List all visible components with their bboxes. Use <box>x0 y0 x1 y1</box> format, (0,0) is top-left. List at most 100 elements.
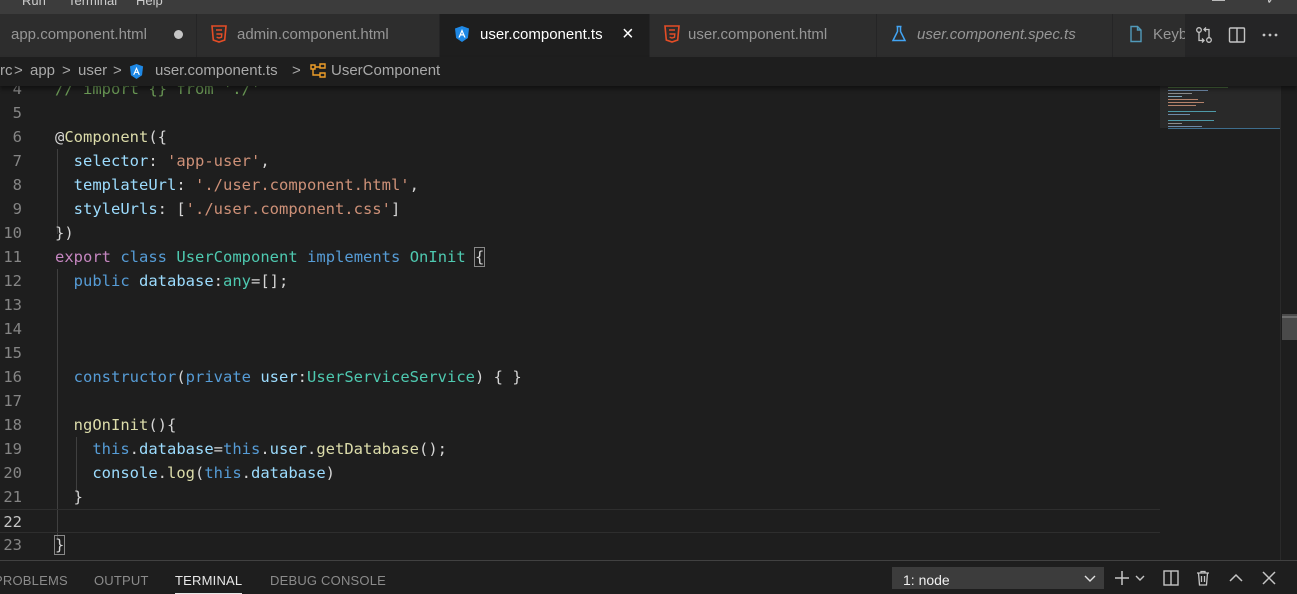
minimap-line <box>1168 90 1208 91</box>
new-terminal-icon[interactable] <box>1114 570 1130 586</box>
code-line[interactable]: 22 <box>0 509 1160 533</box>
code-line[interactable]: 11 export class UserComponent implements … <box>0 245 1160 269</box>
minimap[interactable] <box>1160 86 1280 560</box>
html5-icon <box>664 25 680 43</box>
dropdown-icon[interactable] <box>1134 570 1146 586</box>
line-number: 8 <box>12 176 22 194</box>
unsaved-dot-icon[interactable] <box>174 30 183 39</box>
close-panel-icon[interactable] <box>1261 570 1277 586</box>
code-token: . <box>260 440 270 458</box>
tab-label: admin.component.html <box>237 26 389 43</box>
line-number: 7 <box>12 152 22 170</box>
code-token: this <box>204 464 242 482</box>
code-line[interactable]: 6 @Component({ <box>0 125 1160 149</box>
vertical-scrollbar[interactable] <box>1280 86 1297 560</box>
code-token: UserComponent <box>176 248 298 266</box>
more-actions-icon[interactable] <box>1261 26 1279 44</box>
minimap-line <box>1168 111 1216 112</box>
tab-admin-component-html[interactable]: admin.component.html <box>197 14 440 57</box>
minimap-line <box>1168 93 1192 94</box>
code-token: implements <box>307 248 401 266</box>
breadcrumb-file[interactable]: user.component.ts <box>155 62 278 79</box>
tab-label: user.component.html <box>688 26 828 43</box>
tab-user-component-spec-ts[interactable]: user.component.spec.ts <box>877 14 1113 57</box>
code-line[interactable]: 8 templateUrl: './user.component.html', <box>0 173 1160 197</box>
line-number: 6 <box>12 128 22 146</box>
code-line[interactable]: 7 selector: 'app-user', <box>0 149 1160 173</box>
code-line[interactable]: 13 <box>0 293 1160 317</box>
code-line[interactable]: 18 ngOnInit(){ <box>0 413 1160 437</box>
minimize-icon[interactable]: — <box>1212 0 1225 7</box>
breadcrumb-symbol[interactable]: UserComponent <box>331 62 440 79</box>
kill-terminal-icon[interactable] <box>1195 570 1211 586</box>
code-line[interactable]: 9 styleUrls: ['./user.component.css'] <box>0 197 1160 221</box>
code-token: styleUrls <box>73 200 158 218</box>
tab-keybindings[interactable]: Keyb <box>1113 14 1193 57</box>
menu-run[interactable]: Run <box>22 0 46 8</box>
breadcrumb-app[interactable]: app <box>30 62 55 79</box>
code-token: user <box>260 368 298 386</box>
code-line[interactable]: 10}) <box>0 221 1160 245</box>
code-line[interactable]: 17 <box>0 389 1160 413</box>
code-line[interactable]: 4 // import {} from './' <box>0 86 1160 101</box>
class-symbol-icon <box>310 63 326 78</box>
html5-icon <box>211 25 227 43</box>
code-line[interactable]: 19 this.database=this.user.getDatabase()… <box>0 437 1160 461</box>
open-changes-icon[interactable] <box>1195 26 1213 44</box>
code-line[interactable]: 23} <box>0 533 1160 557</box>
line-number: 4 <box>12 86 22 98</box>
code-text: // import {} from './' <box>55 86 260 98</box>
code-line[interactable]: 20 console.log(this.database) <box>0 461 1160 485</box>
line-number: 16 <box>3 368 22 386</box>
code-token: ({ <box>148 128 168 146</box>
line-number: 21 <box>3 488 22 506</box>
maximize-panel-icon[interactable] <box>1228 570 1244 586</box>
code-token: . <box>129 440 139 458</box>
line-number: 18 <box>3 416 22 434</box>
flask-icon <box>891 25 907 42</box>
breadcrumb-user[interactable]: user <box>78 62 107 79</box>
code-line[interactable]: 5 <box>0 101 1160 125</box>
code-editor[interactable]: 4// import {} from './' 5 6 @Component({7 s… <box>0 86 1160 560</box>
line-number: 10 <box>3 224 22 242</box>
menu-terminal[interactable]: Terminal <box>68 0 117 8</box>
split-terminal-icon[interactable] <box>1163 570 1179 586</box>
tab-user-component-html[interactable]: user.component.html <box>650 14 877 57</box>
code-text: this.database=this.user.getDatabase(); <box>55 440 447 458</box>
code-line[interactable]: 16 constructor(private user:UserServiceS… <box>0 365 1160 389</box>
menu-help[interactable]: Help <box>136 0 163 8</box>
code-token: { <box>474 247 486 267</box>
code-token: } <box>55 488 83 506</box>
line-number: 17 <box>3 392 22 410</box>
code-text: styleUrls: ['./user.component.css'] <box>55 200 401 218</box>
tab-user-component-ts[interactable]: user.component.ts × <box>440 14 650 57</box>
code-line[interactable]: 12 public database:any=[]; <box>0 269 1160 293</box>
code-text: public database:any=[]; <box>55 272 289 290</box>
split-editor-icon[interactable] <box>1228 26 1246 44</box>
code-line[interactable]: 21 } <box>0 485 1160 509</box>
restore-icon[interactable]: ✓ <box>1266 0 1277 8</box>
minimap-line <box>1168 126 1202 127</box>
tab-label: user.component.ts <box>480 26 603 43</box>
code-token: =[]; <box>251 272 289 290</box>
code-token: ) { } <box>475 368 522 386</box>
minimap-line <box>1168 99 1198 100</box>
breadcrumb-src[interactable]: rc <box>0 62 13 79</box>
close-icon[interactable]: × <box>622 23 634 45</box>
minimap-line <box>1168 114 1190 115</box>
code-token: export <box>55 248 111 266</box>
code-token: constructor <box>73 368 177 386</box>
tab-app-component-html[interactable]: app.component.html <box>0 14 197 57</box>
code-token: . <box>241 464 252 482</box>
code-token: (){ <box>148 416 177 434</box>
code-line[interactable]: 15 <box>0 341 1160 365</box>
editor-tab-bar: app.component.html admin.component.html … <box>0 14 1297 57</box>
code-text: selector: 'app-user', <box>55 152 270 170</box>
code-line[interactable]: 14 <box>0 317 1160 341</box>
